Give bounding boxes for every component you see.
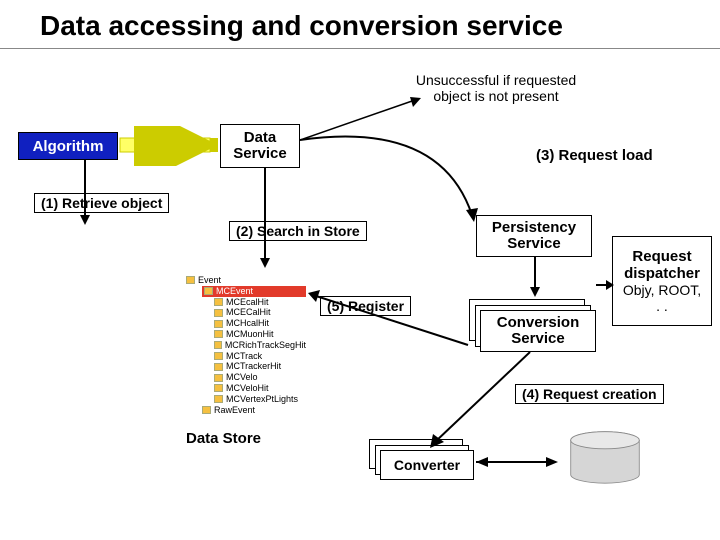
tree-row: MCVertexPtLights (214, 394, 306, 405)
arrow-4-request-creation (430, 352, 540, 452)
dispatcher-title: Request dispatcher (619, 248, 705, 283)
tree-row-selected: MCEvent (202, 286, 306, 297)
folder-icon (214, 363, 223, 371)
arrow-algo-to-service (118, 126, 222, 166)
folder-icon (214, 352, 223, 360)
divider (0, 48, 720, 49)
step-1-label: (1) Retrieve object (34, 193, 169, 213)
folder-icon (214, 384, 223, 392)
folder-icon (204, 287, 213, 295)
folder-icon (214, 330, 223, 338)
arrow-3-request-load (300, 130, 480, 230)
conversion-service-box: Conversion Service (480, 310, 596, 352)
arrow-converter-to-cylinder (476, 452, 566, 472)
tree-row: Event (186, 275, 306, 286)
folder-icon (214, 395, 223, 403)
tree-row: MCHcalHit (214, 318, 306, 329)
arrow-conversion-to-dispatcher (596, 275, 616, 295)
tree-row: MCRichTrackSegHit (214, 340, 306, 351)
database-cylinder-icon (560, 430, 650, 490)
arrow-persistency-to-conversion (520, 257, 550, 305)
tree-row: MCVeloHit (214, 383, 306, 394)
folder-icon (214, 320, 223, 328)
folder-icon (202, 406, 211, 414)
persistency-service-box: Persistency Service (476, 215, 592, 257)
dispatcher-subtitle: Objy, ROOT, . . (619, 282, 705, 314)
folder-icon (214, 298, 223, 306)
tree-row: MCECalHit (214, 307, 306, 318)
tree-row: MCTrackerHit (214, 361, 306, 372)
request-dispatcher-box: Request dispatcher Objy, ROOT, . . (612, 236, 712, 326)
folder-icon (214, 341, 222, 349)
diagram-title: Data accessing and conversion service (40, 10, 563, 42)
tree-row: MCMuonHit (214, 329, 306, 340)
tree-row: RawEvent (202, 405, 306, 416)
tree-row: MCTrack (214, 351, 306, 362)
folder-icon (186, 276, 195, 284)
converter-box: Converter (380, 450, 474, 480)
note-unsuccessful: Unsuccessful if requested object is not … (412, 72, 580, 104)
arrow-1-retrieve (70, 160, 100, 235)
data-service-box: Data Service (220, 124, 300, 168)
tree-row: MCEcalHit (214, 297, 306, 308)
folder-icon (214, 309, 223, 317)
arrow-2-search (250, 168, 280, 278)
arrow-5-register (308, 290, 478, 360)
step-3-label: (3) Request load (530, 146, 659, 165)
data-store-label: Data Store (186, 430, 261, 447)
algorithm-box: Algorithm (18, 132, 118, 160)
folder-icon (214, 374, 223, 382)
tree-row: MCVelo (214, 372, 306, 383)
data-store-tree: Event MCEvent MCEcalHit MCECalHit MCHcal… (186, 275, 306, 415)
